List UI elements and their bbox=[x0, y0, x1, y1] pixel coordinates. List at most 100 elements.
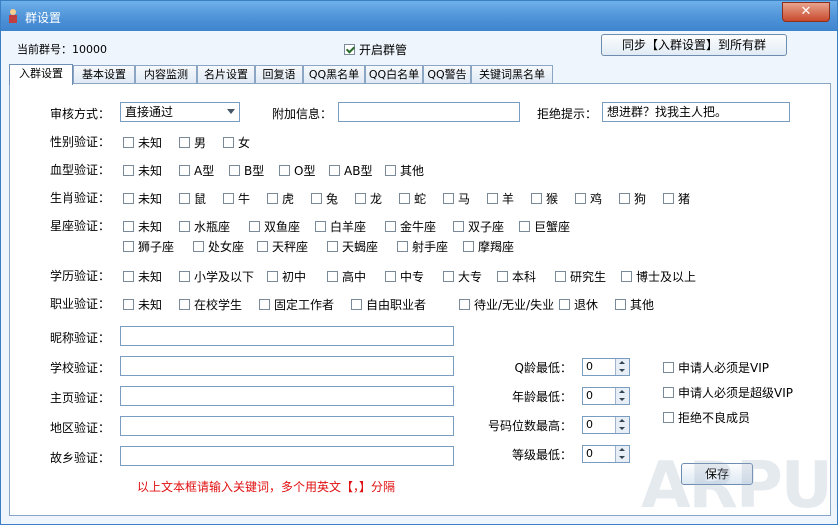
spin-down-icon[interactable] bbox=[615, 367, 629, 375]
checkbox-box[interactable] bbox=[229, 165, 240, 176]
job-option-checkbox[interactable]: 在校学生 bbox=[179, 296, 242, 313]
blood-option-checkbox[interactable]: A型 bbox=[179, 162, 214, 179]
edu-option-checkbox[interactable]: 未知 bbox=[123, 268, 162, 285]
checkbox-box[interactable] bbox=[555, 271, 566, 282]
checkbox-box[interactable] bbox=[453, 221, 464, 232]
checkbox-box[interactable] bbox=[179, 271, 190, 282]
tab-3[interactable]: 内容监测 bbox=[135, 65, 197, 83]
checkbox-box[interactable] bbox=[259, 299, 270, 310]
checkbox-box[interactable] bbox=[179, 221, 190, 232]
checkbox-box[interactable] bbox=[179, 165, 190, 176]
checkbox-box[interactable] bbox=[279, 165, 290, 176]
zodiac-option-checkbox[interactable]: 猴 bbox=[531, 190, 558, 207]
checkbox-box[interactable] bbox=[531, 193, 542, 204]
checkbox-box[interactable] bbox=[267, 193, 278, 204]
zodiac-option-checkbox[interactable]: 鸡 bbox=[575, 190, 602, 207]
checkbox-box[interactable] bbox=[123, 165, 134, 176]
tab-8[interactable]: QQ警告 bbox=[423, 65, 471, 83]
checkbox-box[interactable] bbox=[497, 271, 508, 282]
spin-down-icon[interactable] bbox=[615, 425, 629, 433]
job-option-checkbox[interactable]: 自由职业者 bbox=[351, 296, 426, 313]
star-option-checkbox[interactable]: 双鱼座 bbox=[249, 218, 300, 235]
checkbox-box[interactable] bbox=[344, 44, 355, 55]
star-option-checkbox[interactable]: 双子座 bbox=[453, 218, 504, 235]
edu-option-checkbox[interactable]: 高中 bbox=[327, 268, 366, 285]
checkbox-box[interactable] bbox=[315, 221, 326, 232]
checkbox-box[interactable] bbox=[123, 193, 134, 204]
gender-option-checkbox[interactable]: 女 bbox=[223, 134, 250, 151]
checkbox-box[interactable] bbox=[619, 193, 630, 204]
checkbox-box[interactable] bbox=[351, 299, 362, 310]
checkbox-box[interactable] bbox=[487, 193, 498, 204]
zodiac-option-checkbox[interactable]: 牛 bbox=[223, 190, 250, 207]
checkbox-box[interactable] bbox=[443, 271, 454, 282]
star-option-checkbox[interactable]: 处女座 bbox=[193, 238, 244, 255]
checkbox-box[interactable] bbox=[257, 241, 268, 252]
sync-all-groups-button[interactable]: 同步【入群设置】到所有群 bbox=[601, 34, 787, 56]
checkbox-box[interactable] bbox=[621, 271, 632, 282]
checkbox-box[interactable] bbox=[249, 221, 260, 232]
zodiac-option-checkbox[interactable]: 马 bbox=[443, 190, 470, 207]
star-option-checkbox[interactable]: 天秤座 bbox=[257, 238, 308, 255]
checkbox-box[interactable] bbox=[663, 412, 674, 423]
checkbox-box[interactable] bbox=[327, 271, 338, 282]
star-option-checkbox[interactable]: 未知 bbox=[123, 218, 162, 235]
checkbox-box[interactable] bbox=[385, 271, 396, 282]
zodiac-option-checkbox[interactable]: 鼠 bbox=[179, 190, 206, 207]
edu-option-checkbox[interactable]: 博士及以上 bbox=[621, 268, 696, 285]
blood-option-checkbox[interactable]: 未知 bbox=[123, 162, 162, 179]
checkbox-box[interactable] bbox=[223, 137, 234, 148]
star-option-checkbox[interactable]: 狮子座 bbox=[123, 238, 174, 255]
checkbox-box[interactable] bbox=[223, 193, 234, 204]
edu-option-checkbox[interactable]: 小学及以下 bbox=[179, 268, 254, 285]
extra-info-input[interactable] bbox=[338, 102, 520, 122]
tab-2[interactable]: 基本设置 bbox=[73, 65, 135, 83]
zodiac-option-checkbox[interactable]: 龙 bbox=[355, 190, 382, 207]
zodiac-option-checkbox[interactable]: 未知 bbox=[123, 190, 162, 207]
blood-option-checkbox[interactable]: 其他 bbox=[385, 162, 424, 179]
checkbox-box[interactable] bbox=[123, 241, 134, 252]
checkbox-box[interactable] bbox=[663, 387, 674, 398]
tab-4[interactable]: 名片设置 bbox=[197, 65, 255, 83]
audit-method-select[interactable]: 直接通过 bbox=[120, 102, 240, 122]
number-spinner[interactable]: 0 bbox=[582, 445, 630, 463]
reject-tip-input[interactable]: 想进群？找我主人把。 bbox=[602, 102, 790, 122]
star-option-checkbox[interactable]: 白羊座 bbox=[315, 218, 366, 235]
checkbox-box[interactable] bbox=[123, 137, 134, 148]
checkbox-box[interactable] bbox=[267, 271, 278, 282]
tab-6[interactable]: QQ黑名单 bbox=[303, 65, 365, 83]
checkbox-box[interactable] bbox=[459, 299, 470, 310]
checkbox-box[interactable] bbox=[443, 193, 454, 204]
job-option-checkbox[interactable]: 未知 bbox=[123, 296, 162, 313]
requirement-checkbox[interactable]: 申请人必须是超级VIP bbox=[663, 384, 793, 401]
keyword-input[interactable] bbox=[120, 326, 454, 346]
zodiac-option-checkbox[interactable]: 蛇 bbox=[399, 190, 426, 207]
star-option-checkbox[interactable]: 金牛座 bbox=[385, 218, 436, 235]
keyword-input[interactable] bbox=[120, 416, 454, 436]
spin-down-icon[interactable] bbox=[615, 396, 629, 404]
blood-option-checkbox[interactable]: O型 bbox=[279, 162, 315, 179]
job-option-checkbox[interactable]: 待业/无业/失业 bbox=[459, 296, 554, 313]
checkbox-box[interactable] bbox=[327, 241, 338, 252]
keyword-input[interactable] bbox=[120, 446, 454, 466]
number-spinner[interactable]: 0 bbox=[582, 358, 630, 376]
requirement-checkbox[interactable]: 申请人必须是VIP bbox=[663, 359, 769, 376]
checkbox-box[interactable] bbox=[329, 165, 340, 176]
checkbox-box[interactable] bbox=[463, 241, 474, 252]
blood-option-checkbox[interactable]: AB型 bbox=[329, 162, 372, 179]
title-bar[interactable]: 群设置 ✕ bbox=[1, 1, 837, 31]
spin-down-icon[interactable] bbox=[615, 454, 629, 462]
tab-1[interactable]: 入群设置 bbox=[9, 64, 73, 85]
checkbox-box[interactable] bbox=[519, 221, 530, 232]
edu-option-checkbox[interactable]: 初中 bbox=[267, 268, 306, 285]
gender-option-checkbox[interactable]: 男 bbox=[179, 134, 206, 151]
blood-option-checkbox[interactable]: B型 bbox=[229, 162, 264, 179]
enable-management-checkbox[interactable]: 开启群管 bbox=[344, 41, 407, 58]
checkbox-box[interactable] bbox=[355, 193, 366, 204]
checkbox-box[interactable] bbox=[663, 362, 674, 373]
requirement-checkbox[interactable]: 拒绝不良成员 bbox=[663, 409, 750, 426]
checkbox-box[interactable] bbox=[311, 193, 322, 204]
checkbox-box[interactable] bbox=[123, 221, 134, 232]
keyword-input[interactable] bbox=[120, 386, 454, 406]
star-option-checkbox[interactable]: 射手座 bbox=[397, 238, 448, 255]
